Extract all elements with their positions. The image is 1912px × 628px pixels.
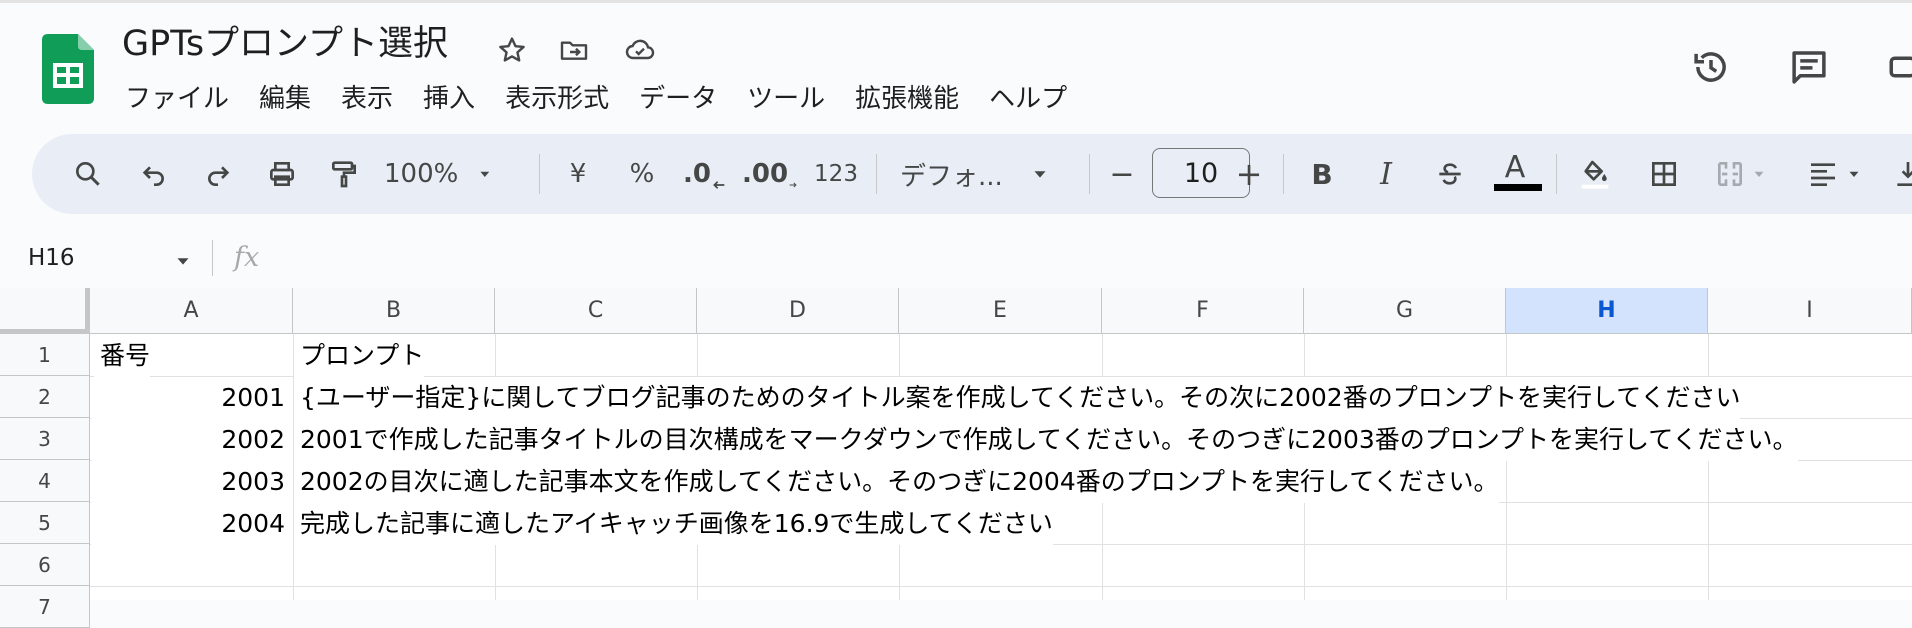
gridline [1506, 334, 1507, 600]
cloud-saved-icon[interactable] [620, 30, 660, 70]
undo-icon[interactable] [132, 134, 176, 214]
gridline [90, 586, 1912, 587]
chevron-down-icon [1034, 171, 1046, 178]
horizontal-align-icon[interactable] [1800, 134, 1870, 214]
cell-a4[interactable]: 2003 [91, 461, 293, 503]
menu-data[interactable]: データ [624, 78, 732, 120]
menu-file[interactable]: ファイル [110, 78, 244, 120]
menu-bar: ファイル 編集 表示 挿入 表示形式 データ ツール 拡張機能 ヘルプ [110, 78, 1082, 120]
menu-help[interactable]: ヘルプ [974, 78, 1082, 120]
increase-decimal-button[interactable]: .00 [742, 134, 798, 214]
vertical-align-icon[interactable] [1888, 134, 1912, 214]
column-header-b[interactable]: B [293, 288, 495, 334]
toolbar-divider [539, 154, 540, 194]
paint-format-icon[interactable] [322, 134, 366, 214]
search-menus-icon[interactable] [66, 134, 110, 214]
row-header-5[interactable]: 5 [0, 502, 90, 544]
row-header-7[interactable]: 7 [0, 586, 90, 628]
cell-b1[interactable]: プロンプト [294, 335, 425, 377]
column-header-e[interactable]: E [899, 288, 1102, 334]
menu-insert[interactable]: 挿入 [408, 78, 490, 120]
currency-format-button[interactable]: ¥ [556, 134, 600, 214]
arrow-right-icon [789, 182, 797, 188]
more-formats-button[interactable]: 123 [812, 134, 860, 214]
strikethrough-icon[interactable] [1428, 134, 1472, 214]
menu-tools[interactable]: ツール [732, 78, 840, 120]
spreadsheet-grid: A B C D E F G H I 1 2 3 4 5 6 7 番号 プロンプト… [0, 288, 1912, 628]
version-history-icon[interactable] [1684, 40, 1738, 94]
toolbar-divider [1556, 154, 1557, 194]
text-color-button[interactable]: A [1490, 134, 1540, 214]
toolbar-divider [1283, 154, 1284, 194]
print-icon[interactable] [260, 134, 304, 214]
formula-bar-divider [212, 240, 213, 276]
move-to-folder-icon[interactable] [554, 30, 594, 70]
name-box[interactable]: H16 [28, 238, 75, 278]
bold-button[interactable]: B [1300, 134, 1344, 214]
menu-view[interactable]: 表示 [326, 78, 408, 120]
increase-font-size-button[interactable]: + [1227, 134, 1271, 214]
cell-b2[interactable]: {ユーザー指定}に関してブログ記事のためのタイトル案を作成してください。その次に… [294, 377, 1741, 419]
row-header-1[interactable]: 1 [0, 334, 90, 376]
text-color-swatch [1494, 184, 1542, 191]
menu-extensions[interactable]: 拡張機能 [840, 78, 974, 120]
column-header-h[interactable]: H [1506, 288, 1708, 334]
column-header-d[interactable]: D [697, 288, 899, 334]
chevron-down-icon [480, 171, 490, 177]
select-all-corner[interactable] [0, 288, 90, 334]
chevron-down-icon[interactable] [172, 250, 194, 276]
zoom-select[interactable]: 100% [384, 134, 494, 214]
menu-format[interactable]: 表示形式 [490, 78, 624, 120]
borders-icon[interactable] [1642, 134, 1686, 214]
meet-icon[interactable] [1880, 40, 1912, 94]
font-select[interactable]: デフォ... [900, 134, 1060, 214]
row-header-6[interactable]: 6 [0, 544, 90, 586]
row-header-4[interactable]: 4 [0, 460, 90, 502]
comments-icon[interactable] [1782, 40, 1836, 94]
row-header-2[interactable]: 2 [0, 376, 90, 418]
cell-b5[interactable]: 完成した記事に適したアイキャッチ画像を16.9で生成してください [294, 503, 1053, 545]
cell-a5[interactable]: 2004 [91, 503, 293, 545]
fx-icon: fx [234, 242, 260, 273]
italic-button[interactable]: I [1364, 134, 1408, 214]
column-header-a[interactable]: A [90, 288, 293, 334]
sheets-logo-icon[interactable] [42, 34, 94, 104]
column-header-c[interactable]: C [495, 288, 697, 334]
menu-edit[interactable]: 編集 [244, 78, 326, 120]
toolbar-divider [876, 154, 877, 194]
decrease-font-size-button[interactable]: − [1102, 134, 1142, 214]
document-title[interactable]: GPTsプロンプト選択 [122, 22, 448, 66]
cell-a1[interactable]: 番号 [94, 335, 151, 377]
column-header-f[interactable]: F [1102, 288, 1304, 334]
arrow-left-icon [713, 181, 725, 189]
cell-a2[interactable]: 2001 [91, 377, 293, 419]
cell-b3[interactable]: 2001で作成した記事タイトルの目次構成をマークダウンで作成してください。そのつ… [294, 419, 1798, 461]
gridline [1708, 334, 1709, 600]
chevron-down-icon [1754, 171, 1764, 177]
redo-icon[interactable] [196, 134, 240, 214]
toolbar-divider [1089, 154, 1090, 194]
fill-color-icon[interactable] [1570, 134, 1620, 214]
decrease-decimal-button[interactable]: .0 [680, 134, 730, 214]
merge-cells-icon[interactable] [1706, 134, 1776, 214]
window-top-border [0, 0, 1912, 3]
row-header-3[interactable]: 3 [0, 418, 90, 460]
star-icon[interactable] [492, 30, 532, 70]
cell-b4[interactable]: 2002の目次に適した記事本文を作成してください。そのつぎに2004番のプロンプ… [294, 461, 1499, 503]
chevron-down-icon [1849, 171, 1859, 177]
percent-format-button[interactable]: % [620, 134, 664, 214]
zoom-value: 100% [384, 159, 459, 189]
column-header-g[interactable]: G [1304, 288, 1506, 334]
cell-a3[interactable]: 2002 [91, 419, 293, 461]
column-header-i[interactable]: I [1708, 288, 1912, 334]
